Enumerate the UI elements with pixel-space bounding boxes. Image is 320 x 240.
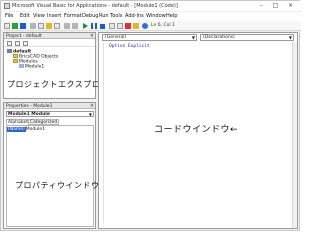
menu-add-ins[interactable]: Add-Ins [125,13,144,19]
copy-icon[interactable] [38,23,44,29]
code-window-note: コードウインドウ← [154,125,239,135]
object-selector[interactable]: Module1 Module ▼ [6,111,94,117]
menu-insert[interactable]: Insert [47,13,61,19]
view-host-icon[interactable] [4,23,10,29]
menu-file[interactable]: File [5,13,13,19]
properties-pane-close-icon[interactable]: × [90,103,94,109]
cut-icon[interactable] [30,23,36,29]
properties-pane-header: Properties - Module1 × [4,103,95,109]
menu-help[interactable]: Help [166,13,177,19]
project-pane-close-icon[interactable]: × [90,33,94,39]
redo-icon[interactable] [72,23,78,29]
toggle-folders-icon[interactable] [23,41,28,46]
tree-label: Module1 [25,64,45,70]
vba-app-icon [4,3,10,9]
project-icon [7,49,12,53]
undo-icon[interactable] [64,23,70,29]
properties-grid: (Name)Module1 プロパティウインドウ← [6,125,106,227]
window-title: Microsoft Visual Basic for Applications … [12,3,178,9]
project-pane-header: Project - default × [4,33,95,39]
project-explorer-icon[interactable] [117,23,123,29]
module-icon [19,64,24,68]
minimize-button[interactable]: – [257,2,266,10]
cursor-position: Ln 6, Col 1 [151,23,175,28]
project-pane-toolbar [4,40,95,47]
maximize-button[interactable]: □ [271,2,280,10]
vertical-scrollbar[interactable] [292,42,297,228]
run-icon[interactable] [83,23,88,29]
menu-bar: File Edit View Insert Format Debug Run T… [1,12,301,21]
chevron-down-icon: ▼ [191,35,195,40]
menu-format[interactable]: Format [64,13,82,19]
help-icon[interactable] [142,23,148,29]
save-icon[interactable] [20,23,26,29]
margin-indicator-bar [103,43,104,223]
close-button[interactable]: × [286,2,295,10]
project-explorer-pane: Project - default × default BricsCAD Obj… [3,32,124,99]
paste-icon[interactable] [46,23,52,29]
folder-icon [13,54,18,58]
insert-module-icon[interactable] [12,23,18,29]
code-window: (General) ▼ (Declarations) ▼ Option Expl… [98,32,298,229]
procedure-combo-value: (Declarations) [203,35,235,40]
properties-window-icon[interactable] [125,23,131,29]
object-combo-value: (General) [105,35,127,40]
standard-toolbar: Ln 6, Col 1 [1,21,301,31]
menu-debug[interactable]: Debug [82,13,98,19]
procedure-combo[interactable]: (Declarations) ▼ [200,34,294,41]
properties-pane: Properties - Module1 × Module1 Module ▼ … [3,102,106,229]
property-key: (Name) [7,127,26,132]
object-selector-value: Module1 Module [8,112,50,117]
chevron-down-icon: ▼ [288,35,292,40]
object-combo[interactable]: (General) ▼ [102,34,197,41]
break-icon[interactable] [91,23,97,29]
find-icon[interactable] [54,23,60,29]
menu-run[interactable]: Run [99,13,109,19]
properties-window-note: プロパティウインドウ← [15,181,107,190]
code-editor-line[interactable]: Option Explicit [109,44,150,49]
view-object-icon[interactable] [15,41,20,46]
view-code-icon[interactable] [7,41,12,46]
vba-editor-window: Microsoft Visual Basic for Applications … [0,0,301,231]
folder-icon [13,59,18,63]
object-browser-icon[interactable] [133,23,139,29]
properties-pane-title: Properties - Module1 [6,103,53,109]
property-row-name[interactable]: (Name)Module1 [7,127,45,132]
menu-edit[interactable]: Edit [20,13,30,19]
tree-item-module1[interactable]: Module1 [19,64,44,70]
property-value: Module1 [25,127,46,132]
reset-icon[interactable] [100,23,105,29]
menu-tools[interactable]: Tools [110,13,122,19]
project-pane-title: Project - default [6,33,42,39]
menu-view[interactable]: View [33,13,45,19]
menu-window[interactable]: Window [146,13,166,19]
chevron-down-icon: ▼ [88,112,92,117]
title-bar: Microsoft Visual Basic for Applications … [1,1,301,11]
design-mode-icon[interactable] [109,23,115,29]
